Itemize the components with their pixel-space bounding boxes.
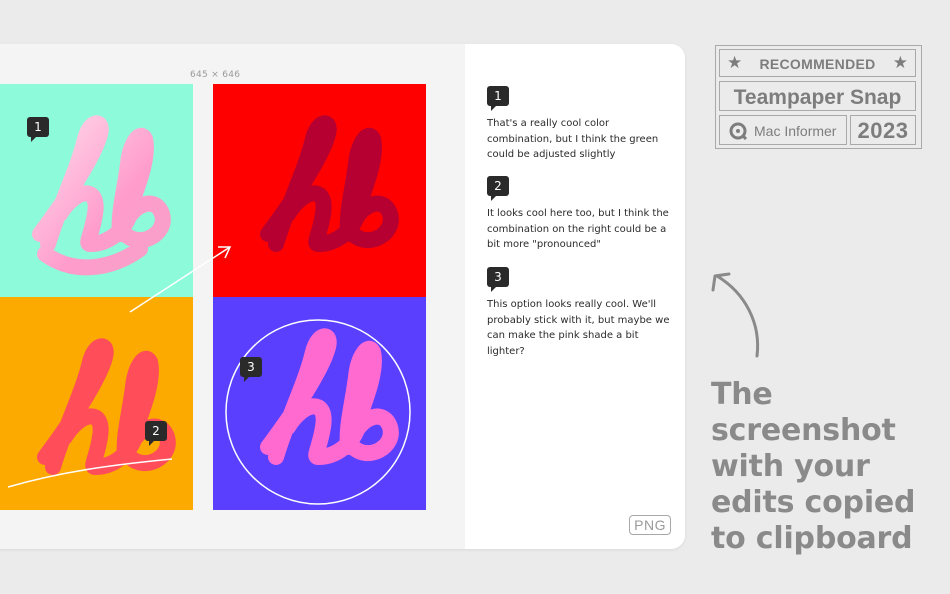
comment-1-text: That's a really cool color combination, … (487, 118, 659, 160)
comments-panel: 1 That's a really cool color combination… (465, 44, 685, 549)
award-year: 2023 (857, 118, 909, 143)
comment-2-text: It looks cool here too, but I think the … (487, 208, 669, 250)
comment-3-badge: 3 (487, 267, 509, 292)
award-product-row: Teampaper Snap (719, 81, 916, 111)
award-recommended-row: ★ RECOMMENDED ★ (719, 49, 916, 77)
comment-3-text: This option looks really cool. We'll pro… (487, 299, 670, 357)
comment-1[interactable]: 1 That's a really cool color combination… (487, 86, 673, 163)
edited-image[interactable]: 1 2 3 (0, 84, 426, 510)
award-label: RECOMMENDED (759, 56, 876, 72)
award-source: Mac Informer (754, 123, 837, 139)
app-window: 645 × 646 1 2 3 1 That's a really cool c… (0, 44, 685, 549)
star-icon: ★ (892, 53, 908, 72)
tagline-line: screenshot (711, 413, 896, 448)
curved-arrow-icon (711, 272, 760, 358)
marketing-tagline: The screenshot with your edits copied to… (711, 377, 916, 557)
award-year-row: 2023 (850, 115, 916, 145)
mac-informer-logo-icon (729, 122, 747, 140)
tagline-line: to clipboard (711, 521, 913, 556)
tagline-line: The (711, 377, 773, 412)
annotation-arrow-icon[interactable] (0, 84, 426, 510)
png-format-tag[interactable]: PNG (629, 515, 671, 535)
award-badge: ★ RECOMMENDED ★ Teampaper Snap Mac Infor… (715, 45, 922, 149)
comment-3[interactable]: 3 This option looks really cool. We'll p… (487, 267, 673, 359)
canvas-area: 645 × 646 1 2 3 (0, 44, 465, 549)
comment-2-badge: 2 (487, 176, 509, 201)
tagline-line: edits copied (711, 485, 916, 520)
comment-2[interactable]: 2 It looks cool here too, but I think th… (487, 176, 673, 253)
award-source-row: Mac Informer (719, 115, 847, 145)
award-product-name: Teampaper Snap (733, 86, 902, 109)
comment-1-badge: 1 (487, 86, 509, 111)
tagline-line: with your (711, 449, 870, 484)
image-dimensions-label: 645 × 646 (190, 70, 241, 80)
